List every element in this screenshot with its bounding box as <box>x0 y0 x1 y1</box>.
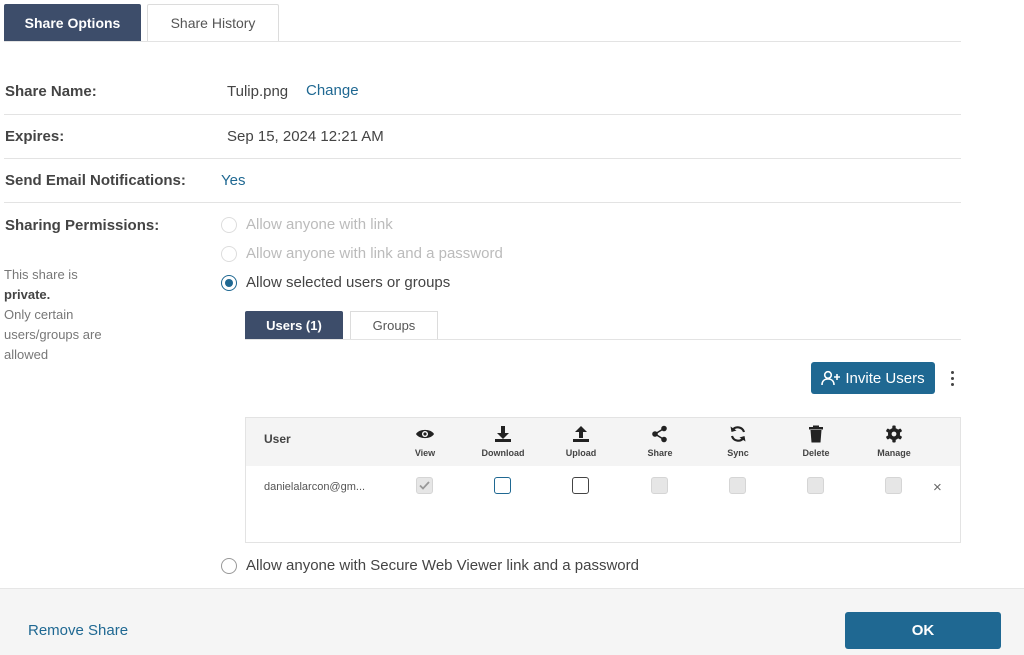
desc-line: Only certain <box>4 307 74 322</box>
share-name-label: Share Name: <box>5 83 97 100</box>
tab-share-history[interactable]: Share History <box>147 4 279 41</box>
radio-anyone-with-link[interactable]: Allow anyone with link <box>221 216 393 233</box>
check-icon <box>419 481 430 490</box>
manage-column-header: Manage <box>859 424 929 458</box>
radio-secure-web-viewer[interactable]: Allow anyone with Secure Web Viewer link… <box>221 557 639 574</box>
privacy-description: This share is private. Only certain user… <box>4 265 134 365</box>
change-name-link[interactable]: Change <box>306 82 359 99</box>
desc-line: users/groups are <box>4 327 102 342</box>
column-label: Upload <box>565 448 597 458</box>
manage-checkbox[interactable] <box>885 477 902 494</box>
download-checkbox[interactable] <box>494 477 511 494</box>
radio-button[interactable] <box>221 245 237 262</box>
column-label: Download <box>481 448 525 458</box>
column-label: Share <box>647 448 673 458</box>
share-name-row: Share Name: Tulip.png Change <box>4 70 961 115</box>
users-groups-tab-bar: Users (1) Groups <box>245 311 961 340</box>
radio-label: Allow anyone with link and a password <box>246 245 503 262</box>
desc-bold: private. <box>4 287 51 302</box>
gear-icon <box>886 425 902 443</box>
tab-groups[interactable]: Groups <box>350 311 438 339</box>
radio-anyone-with-link-password[interactable]: Allow anyone with link and a password <box>221 245 503 262</box>
expires-label: Expires: <box>5 128 65 145</box>
tab-share-options[interactable]: Share Options <box>4 4 141 41</box>
upload-checkbox[interactable] <box>572 477 589 494</box>
radio-selected-users-groups[interactable]: Allow selected users or groups <box>221 274 450 291</box>
email-notifications-label: Send Email Notifications: <box>5 172 186 189</box>
column-label: Manage <box>877 448 911 458</box>
more-options-icon[interactable] <box>945 367 959 389</box>
column-label: View <box>414 448 436 458</box>
sync-checkbox[interactable] <box>729 477 746 494</box>
dialog-footer: Remove Share OK <box>0 588 1024 655</box>
radio-button[interactable] <box>221 216 237 233</box>
remove-user-icon[interactable]: × <box>933 480 942 495</box>
view-column-header: View <box>390 424 460 458</box>
radio-button[interactable] <box>221 274 237 291</box>
email-notifications-value[interactable]: Yes <box>221 172 245 189</box>
column-label: Delete <box>802 448 830 458</box>
radio-label: Allow anyone with Secure Web Viewer link… <box>246 557 639 574</box>
radio-label: Allow selected users or groups <box>246 274 451 291</box>
share-dialog: Share Options Share History Share Name: … <box>0 0 1024 655</box>
download-icon <box>495 426 511 442</box>
users-permissions-table: User View Download Upload Share Sync Del… <box>245 417 961 543</box>
user-column-header: User <box>264 432 291 446</box>
share-icon <box>652 425 667 443</box>
add-user-icon <box>821 370 841 386</box>
share-column-header: Share <box>625 424 695 458</box>
email-notifications-row: Send Email Notifications: Yes <box>4 159 961 203</box>
invite-users-button[interactable]: Invite Users <box>811 362 935 394</box>
tab-users[interactable]: Users (1) <box>245 311 343 339</box>
delete-column-header: Delete <box>781 424 851 458</box>
expires-value[interactable]: Sep 15, 2024 12:21 AM <box>227 128 384 145</box>
share-name-value: Tulip.png <box>227 83 289 100</box>
ok-button[interactable]: OK <box>845 612 1001 649</box>
trash-icon <box>809 425 823 443</box>
eye-icon <box>416 429 434 439</box>
download-column-header: Download <box>468 424 538 458</box>
remove-share-link[interactable]: Remove Share <box>28 622 128 639</box>
top-tab-bar: Share Options Share History <box>4 4 961 42</box>
sharing-permissions-label: Sharing Permissions: <box>5 217 160 234</box>
invite-users-label: Invite Users <box>845 369 925 387</box>
user-email: danielalarcon@gm... <box>264 481 366 493</box>
desc-line: This share is <box>4 267 78 282</box>
radio-label: Allow anyone with link <box>246 216 393 233</box>
sync-icon <box>730 426 746 442</box>
view-checkbox[interactable] <box>416 477 433 494</box>
column-label: Sync <box>727 448 749 458</box>
desc-line: allowed <box>4 347 49 362</box>
delete-checkbox[interactable] <box>807 477 824 494</box>
upload-icon <box>573 426 589 442</box>
share-checkbox[interactable] <box>651 477 668 494</box>
expires-row: Expires: Sep 15, 2024 12:21 AM <box>4 115 961 159</box>
sync-column-header: Sync <box>703 424 773 458</box>
table-header: User View Download Upload Share Sync Del… <box>246 418 960 466</box>
radio-button[interactable] <box>221 557 237 574</box>
upload-column-header: Upload <box>546 424 616 458</box>
